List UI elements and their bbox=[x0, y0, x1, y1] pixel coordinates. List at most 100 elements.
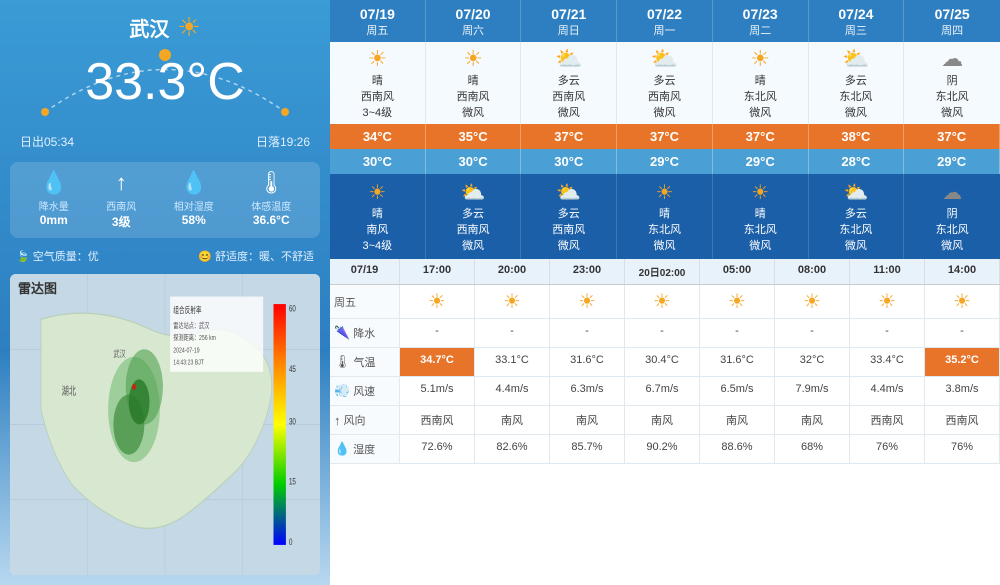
precip-1: - bbox=[475, 319, 550, 348]
day-wind-6: 东北风 bbox=[906, 88, 998, 104]
city-name: 武汉 bbox=[129, 13, 169, 42]
air-quality-label: 🍃 空气质量：优 bbox=[16, 248, 99, 264]
svg-text:组合反射率: 组合反射率 bbox=[173, 305, 201, 315]
hourly-winddir-row: ↑ 风向 西南风 南风 南风 南风 南风 南风 西南风 西南风 bbox=[330, 406, 1000, 435]
precip-icon: 🌂 bbox=[334, 325, 350, 341]
forecast-col-0721: 07/21 周日 bbox=[521, 0, 617, 42]
day-level-4: 微风 bbox=[715, 104, 806, 120]
night-desc-1: 多云 bbox=[428, 205, 519, 221]
night-desc-4: 晴 bbox=[715, 205, 806, 221]
night-icon-5: ⛅ bbox=[811, 180, 902, 205]
hourly-icon-1: ☀ bbox=[475, 285, 550, 319]
wind-value: 3级 bbox=[112, 213, 131, 230]
day-icon-6: ☁ bbox=[906, 46, 998, 72]
night-wind-2: 西南风 bbox=[523, 221, 614, 237]
high-temp-6: 37°C bbox=[904, 124, 1000, 149]
precip-6: - bbox=[850, 319, 925, 348]
feels-like-icon: 🌡 bbox=[257, 170, 285, 196]
feels-like-label: 体感温度 bbox=[251, 198, 291, 213]
day-desc-0: 晴 bbox=[332, 72, 423, 88]
night-icon-6: ☁ bbox=[906, 180, 998, 205]
air-quality-row: 🍃 空气质量：优 😊 舒适度：暖、不舒适 bbox=[0, 244, 330, 268]
humidity-3: 90.2% bbox=[625, 435, 700, 464]
precip-5: - bbox=[775, 319, 850, 348]
humidity-1: 82.6% bbox=[475, 435, 550, 464]
night-wind-3: 东北风 bbox=[619, 221, 710, 237]
windspeed-7: 3.8m/s bbox=[925, 377, 1000, 406]
hourly-time-0: 17:00 bbox=[400, 259, 475, 284]
night-0: ☀ 晴 南风 3~4级 bbox=[330, 174, 426, 259]
night-icon-4: ☀ bbox=[715, 180, 806, 205]
low-temp-3: 29°C bbox=[617, 149, 713, 174]
windspeed-6: 4.4m/s bbox=[850, 377, 925, 406]
high-temp-0: 34°C bbox=[330, 124, 426, 149]
day-icon-4: ☀ bbox=[715, 46, 806, 72]
arc-container: 33.3°C bbox=[0, 47, 330, 127]
day-level-1: 微风 bbox=[428, 104, 519, 120]
svg-text:2024-07-19: 2024-07-19 bbox=[173, 346, 200, 354]
svg-text:武汉: 武汉 bbox=[113, 347, 126, 359]
radar-map: 湖北 武汉 60 45 30 15 0 bbox=[10, 274, 320, 575]
hourly-time-7: 14:00 bbox=[925, 259, 1000, 284]
night-level-4: 微风 bbox=[715, 237, 806, 253]
humidity-label: 相对湿度 bbox=[174, 198, 214, 213]
night-level-0: 3~4级 bbox=[332, 237, 423, 253]
hourly-time-5: 08:00 bbox=[775, 259, 850, 284]
night-desc-6: 阴 bbox=[906, 205, 998, 221]
day-icon-3: ⛅ bbox=[619, 46, 710, 72]
city-sun-icon: ☀ bbox=[177, 12, 200, 43]
day-desc-4: 晴 bbox=[715, 72, 806, 88]
svg-text:雷达站点：武汉: 雷达站点：武汉 bbox=[173, 320, 210, 330]
high-temp-3: 37°C bbox=[617, 124, 713, 149]
winddir-7: 西南风 bbox=[925, 406, 1000, 435]
day-level-2: 微风 bbox=[523, 104, 614, 120]
forecast-col-0719: 07/19 周五 bbox=[330, 0, 426, 42]
forecast-col-0722: 07/22 周一 bbox=[617, 0, 713, 42]
detail-humidity: 💧 相对湿度 58% bbox=[174, 170, 214, 230]
winddir-2: 南风 bbox=[550, 406, 625, 435]
windspeed-2: 6.3m/s bbox=[550, 377, 625, 406]
hourly-icon-6: ☀ bbox=[850, 285, 925, 319]
low-temp-0: 30°C bbox=[330, 149, 426, 174]
temp-0: 34.7°C bbox=[400, 348, 475, 377]
low-temp-2: 30°C bbox=[521, 149, 617, 174]
day-desc-6: 阴 bbox=[906, 72, 998, 88]
hourly-day-text: 周五 bbox=[334, 294, 356, 310]
precipitation-value: 0mm bbox=[40, 213, 68, 227]
day-desc-1: 晴 bbox=[428, 72, 519, 88]
low-temp-6: 29°C bbox=[904, 149, 1000, 174]
day-wind-0: 西南风 bbox=[332, 88, 423, 104]
high-temp-1: 35°C bbox=[426, 124, 522, 149]
humidity-0: 72.6% bbox=[400, 435, 475, 464]
radar-section: 雷达图 湖北 武汉 bbox=[10, 274, 320, 575]
temp-7: 35.2°C bbox=[925, 348, 1000, 377]
detail-wind: ↑ 西南风 3级 bbox=[106, 170, 136, 230]
precip-3: - bbox=[625, 319, 700, 348]
svg-text:30: 30 bbox=[289, 416, 296, 426]
night-desc-2: 多云 bbox=[523, 205, 614, 221]
humidity-5: 68% bbox=[775, 435, 850, 464]
winddir-text: 风向 bbox=[344, 412, 366, 428]
hourly-icon-5: ☀ bbox=[775, 285, 850, 319]
day-desc-2: 多云 bbox=[523, 72, 614, 88]
night-6: ☁ 阴 东北风 微风 bbox=[904, 174, 1000, 259]
svg-text:60: 60 bbox=[289, 303, 296, 313]
precip-2: - bbox=[550, 319, 625, 348]
detail-feels-like: 🌡 体感温度 36.6°C bbox=[251, 170, 291, 230]
precip-7: - bbox=[925, 319, 1000, 348]
hourly-time-4: 05:00 bbox=[700, 259, 775, 284]
forecast-col-0724: 07/24 周三 bbox=[809, 0, 905, 42]
humidity-6: 76% bbox=[850, 435, 925, 464]
windspeed-icon: 💨 bbox=[334, 383, 350, 399]
night-wind-4: 东北风 bbox=[715, 221, 806, 237]
night-level-5: 微风 bbox=[811, 237, 902, 253]
day-wind-3: 西南风 bbox=[619, 88, 710, 104]
low-temp-4: 29°C bbox=[713, 149, 809, 174]
day-icon-1: ☀ bbox=[428, 46, 519, 72]
hourly-time-2: 23:00 bbox=[550, 259, 625, 284]
winddir-icon: ↑ bbox=[334, 413, 341, 428]
windspeed-1: 4.4m/s bbox=[475, 377, 550, 406]
wind-label: 西南风 bbox=[106, 198, 136, 213]
winddir-6: 西南风 bbox=[850, 406, 925, 435]
winddir-4: 南风 bbox=[700, 406, 775, 435]
